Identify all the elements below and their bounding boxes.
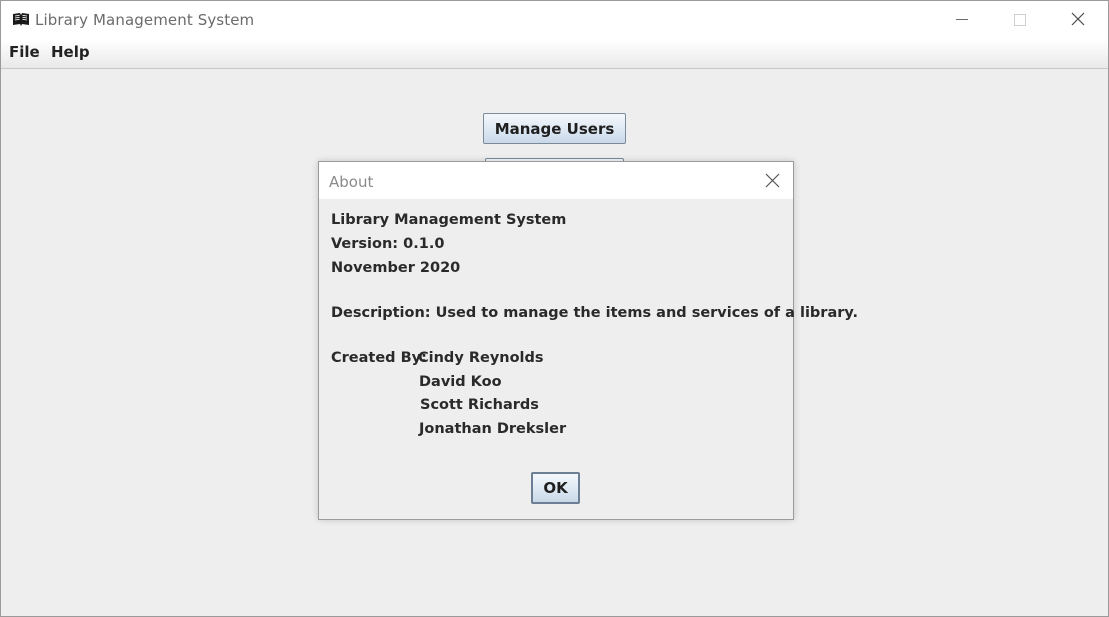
close-icon: [765, 173, 780, 188]
date-text: November 2020: [331, 260, 461, 276]
author-name: Cindy Reynolds: [418, 350, 544, 366]
window-titlebar[interactable]: Library Management System: [1, 1, 1108, 39]
author-name: Scott Richards: [420, 397, 539, 413]
menu-file[interactable]: File: [9, 43, 40, 61]
about-dialog: About Library Management System Version:…: [318, 161, 858, 520]
author-name: David Koo: [419, 374, 502, 390]
open-book-icon: [12, 12, 30, 27]
about-dialog-titlebar[interactable]: About: [319, 162, 793, 199]
menu-help[interactable]: Help: [51, 43, 90, 61]
created-by-label: Created By:: [331, 350, 427, 366]
window-title: Library Management System: [35, 11, 255, 29]
maximize-button[interactable]: [991, 1, 1049, 39]
minimize-button[interactable]: [933, 1, 991, 39]
version-text: Version: 0.1.0: [331, 236, 445, 252]
author-name: Jonathan Dreksler: [419, 421, 567, 437]
main-window: Library Management System File Help Mana…: [0, 0, 1109, 617]
dialog-close-button[interactable]: [759, 169, 785, 193]
menubar: File Help: [1, 39, 1108, 69]
maximize-icon: [1014, 14, 1026, 26]
description-text: Description: Used to manage the items an…: [331, 305, 859, 321]
manage-users-button[interactable]: Manage Users: [483, 113, 626, 144]
minimize-icon: [956, 19, 968, 20]
close-window-button[interactable]: [1049, 1, 1107, 39]
app-name-text: Library Management System: [331, 212, 567, 228]
about-dialog-title: About: [329, 173, 374, 191]
ok-button[interactable]: OK: [531, 472, 580, 504]
close-icon: [1071, 12, 1085, 26]
